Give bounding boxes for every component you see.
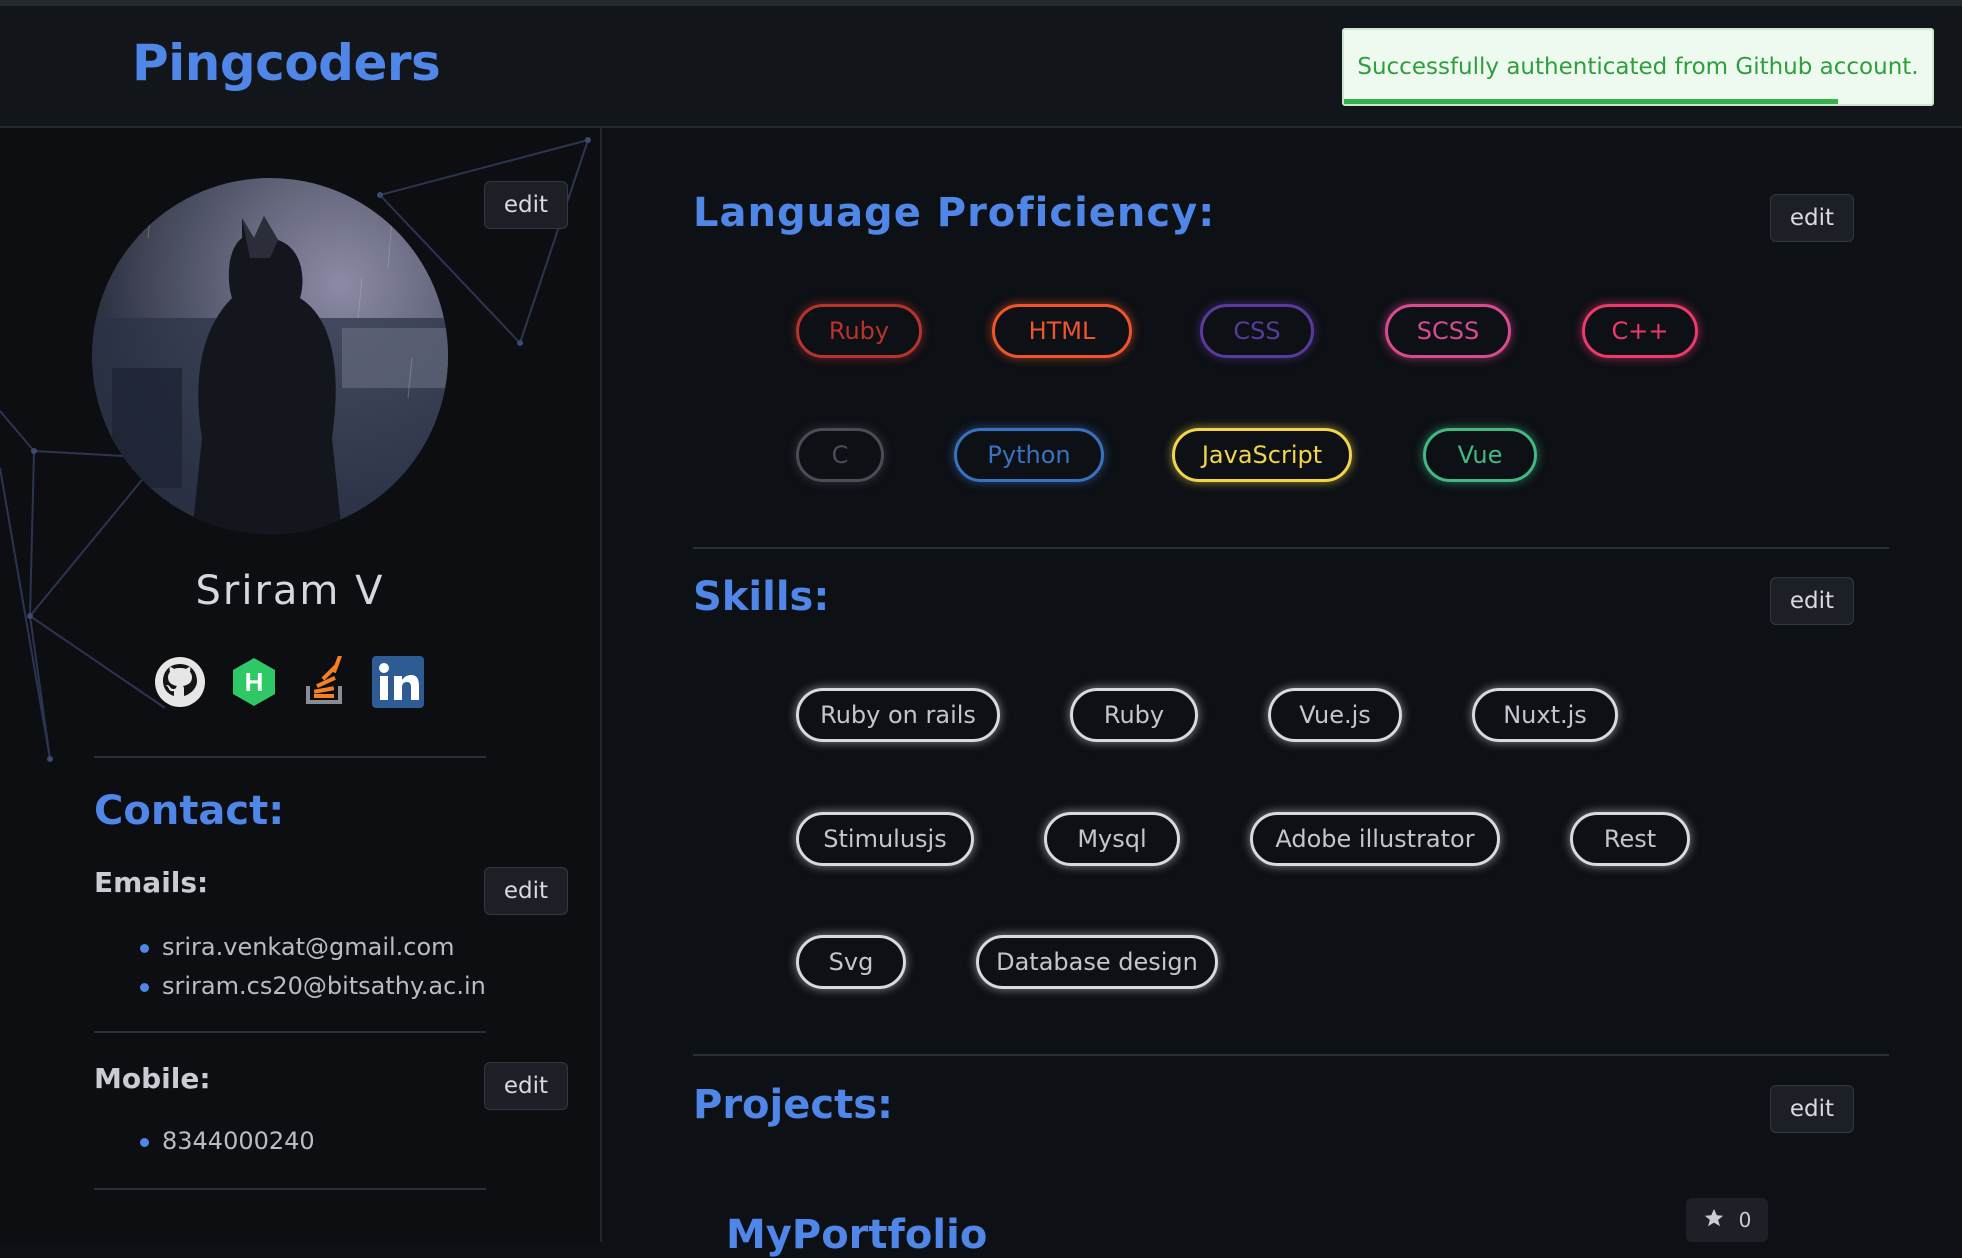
hackerrank-icon[interactable]: H	[228, 656, 280, 708]
edit-projects-button[interactable]: edit	[1770, 1085, 1854, 1133]
avatar	[92, 178, 448, 534]
skill-chip[interactable]: Stimulusjs	[796, 812, 974, 866]
skill-chip[interactable]: Nuxt.js	[1472, 688, 1618, 742]
edit-skills-button[interactable]: edit	[1770, 577, 1854, 625]
edit-mobile-button[interactable]: edit	[484, 1062, 568, 1110]
edit-languages-button[interactable]: edit	[1770, 194, 1854, 242]
language-proficiency-title: Language Proficiency:	[693, 190, 1216, 236]
skill-chip[interactable]: Mysql	[1044, 812, 1180, 866]
edit-emails-button[interactable]: edit	[484, 867, 568, 915]
section-divider	[693, 547, 1889, 549]
sidebar-divider	[94, 1031, 486, 1033]
user-name: Sriram V	[195, 568, 385, 614]
language-chip[interactable]: Vue	[1423, 428, 1537, 482]
edit-profile-button[interactable]: edit	[484, 181, 568, 229]
language-chip[interactable]: Python	[954, 428, 1104, 482]
emails-label: Emails:	[94, 866, 209, 899]
skill-chip[interactable]: Ruby	[1070, 688, 1198, 742]
star-count-badge[interactable]: 0	[1686, 1198, 1768, 1242]
section-divider	[693, 1054, 1889, 1056]
list-item: srira.venkat@gmail.com	[136, 928, 486, 967]
stackoverflow-icon[interactable]	[300, 654, 352, 708]
language-chip[interactable]: Ruby	[796, 304, 922, 358]
language-chip[interactable]: HTML	[992, 304, 1132, 358]
star-icon	[1703, 1207, 1725, 1234]
mobile-label: Mobile:	[94, 1062, 211, 1095]
skill-chip[interactable]: Ruby on rails	[796, 688, 1000, 742]
sidebar-divider	[94, 756, 486, 758]
github-icon[interactable]	[154, 656, 206, 708]
language-chip[interactable]: CSS	[1200, 304, 1314, 358]
email-list: srira.venkat@gmail.com sriram.cs20@bitsa…	[136, 928, 486, 1006]
skill-chip[interactable]: Adobe illustrator	[1250, 812, 1500, 866]
profile-sidebar: edit Sriram V H Contact: Emails: edit sr…	[0, 128, 602, 1242]
skill-chip[interactable]: Vue.js	[1268, 688, 1402, 742]
skill-chip[interactable]: Svg	[796, 935, 906, 989]
list-item: sriram.cs20@bitsathy.ac.in	[136, 967, 486, 1006]
skill-chip[interactable]: Database design	[976, 935, 1218, 989]
contact-title: Contact:	[94, 788, 285, 834]
skills-title: Skills:	[693, 574, 830, 620]
success-toast: Successfully authenticated from Github a…	[1342, 28, 1934, 106]
svg-text:H: H	[245, 667, 264, 697]
language-chip[interactable]: SCSS	[1385, 304, 1511, 358]
language-chip[interactable]: C++	[1582, 304, 1698, 358]
project-title[interactable]: MyPortfolio	[726, 1212, 987, 1258]
mobile-list: 8344000240	[136, 1122, 315, 1161]
skill-chip[interactable]: Rest	[1570, 812, 1690, 866]
language-chip[interactable]: C	[796, 428, 884, 482]
brand-logo[interactable]: Pingcoders	[132, 34, 441, 92]
toast-message: Successfully authenticated from Github a…	[1357, 54, 1919, 80]
toast-progress-bar	[1344, 99, 1838, 104]
list-item: 8344000240	[136, 1122, 315, 1161]
linkedin-icon[interactable]	[372, 656, 424, 708]
sidebar-divider	[94, 1188, 486, 1190]
star-count: 0	[1738, 1208, 1752, 1232]
language-chip[interactable]: JavaScript	[1172, 428, 1352, 482]
projects-title: Projects:	[693, 1082, 893, 1128]
